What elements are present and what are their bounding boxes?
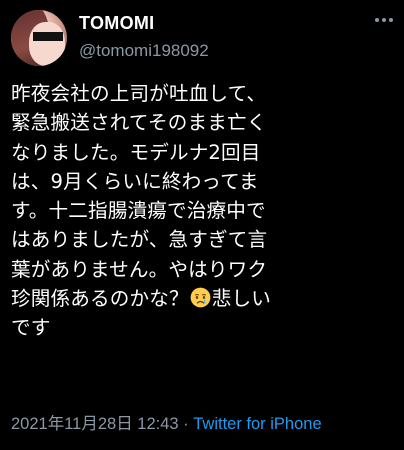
crying-face-icon	[190, 287, 211, 308]
user-handle[interactable]: @tomomi198092	[79, 40, 209, 61]
avatar-face	[29, 22, 65, 66]
tweet-text-line: 葉がありません。やはりワク	[11, 257, 268, 281]
tweet-text-line: はありましたが、急すぎて言	[11, 228, 268, 252]
tweet-text-segment: 悲しい	[211, 287, 271, 311]
avatar-censor-bar	[33, 32, 63, 41]
tweet-text-line: なりました。モデルナ2回目	[11, 140, 261, 164]
tweet-text-line: 昨夜会社の上司が吐血して、	[11, 82, 267, 105]
tweet-text-line: 緊急搬送されてそのまま亡く	[11, 111, 267, 135]
tweet-meta: 2021年11月28日 12:43 · Twitter for iPhone	[11, 414, 322, 434]
author-block: TOMOMI @tomomi198092	[79, 12, 209, 61]
source-link[interactable]: Twitter for iPhone	[193, 415, 321, 433]
more-options-button[interactable]	[372, 8, 396, 32]
avatar[interactable]	[11, 10, 67, 66]
tweet-text-line: は、9月くらいに終わってま	[11, 169, 259, 193]
tweet: TOMOMI @tomomi198092 昨夜会社の上司が吐血して、 緊急搬送さ…	[0, 0, 404, 450]
more-options-icon	[375, 18, 393, 22]
tweet-text: 昨夜会社の上司が吐血して、 緊急搬送されてそのまま亡く なりました。モデルナ2回…	[11, 79, 403, 343]
display-name[interactable]: TOMOMI	[79, 12, 209, 34]
tweet-text-line: です	[11, 316, 51, 340]
timestamp[interactable]: 2021年11月28日 12:43	[11, 415, 179, 433]
tweet-text-segment: 珍関係あるのかな？	[11, 287, 189, 311]
tweet-text-line: す。十二指腸潰瘍で治療中で	[11, 199, 266, 223]
tweet-text-line-with-emoji: 珍関係あるのかな？ 悲しい	[11, 284, 403, 313]
meta-separator: ·	[183, 415, 189, 433]
